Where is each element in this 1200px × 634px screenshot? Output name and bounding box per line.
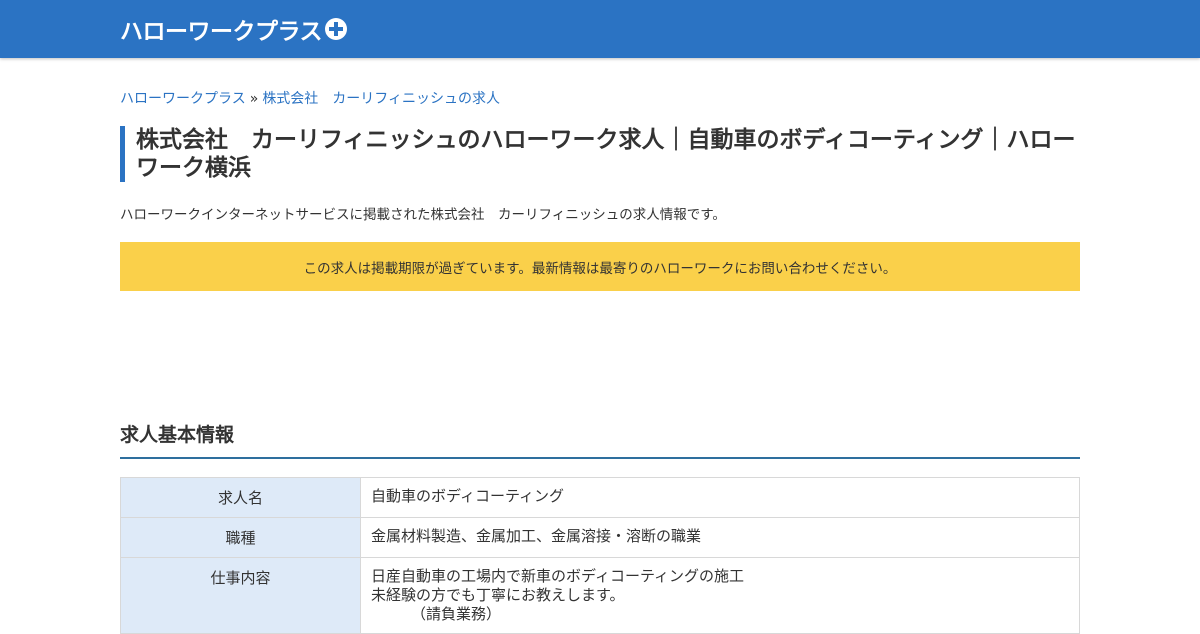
row-label-job-name: 求人名 bbox=[120, 477, 361, 518]
row-value-occupation: 金属材料製造、金属加工、金属溶接・溶断の職業 bbox=[360, 517, 1080, 558]
job-info-table: 求人名 自動車のボディコーティング 職種 金属材料製造、金属加工、金属溶接・溶断… bbox=[120, 477, 1080, 634]
table-row: 求人名 自動車のボディコーティング bbox=[120, 477, 1080, 518]
description-line: 日産自動車の工場内で新車のボディコーティングの施工 bbox=[371, 567, 745, 585]
plus-circle-icon bbox=[325, 18, 348, 40]
site-logo[interactable]: ハローワークプラス bbox=[120, 12, 348, 46]
description-line: （請負業務） bbox=[411, 605, 502, 623]
description-line: 未経験の方でも丁寧にお教えします。 bbox=[371, 586, 625, 604]
logo-text: ハローワークプラス bbox=[120, 19, 323, 45]
row-value-job-name: 自動車のボディコーティング bbox=[360, 477, 1080, 518]
row-label-job-description: 仕事内容 bbox=[120, 557, 361, 634]
breadcrumb-home-link[interactable]: ハローワークプラス bbox=[120, 91, 246, 107]
section-heading: 求人基本情報 bbox=[120, 420, 1080, 459]
table-row: 仕事内容 日産自動車の工場内で新車のボディコーティングの施工 未経験の方でも丁寧… bbox=[120, 557, 1080, 634]
table-row: 職種 金属材料製造、金属加工、金属溶接・溶断の職業 bbox=[120, 517, 1080, 558]
page-title: 株式会社 カーリフィニッシュのハローワーク求人｜自動車のボディコーティング｜ハロ… bbox=[120, 126, 1080, 182]
row-label-occupation: 職種 bbox=[120, 517, 361, 558]
site-header: ハローワークプラス bbox=[0, 0, 1200, 58]
expired-notice-banner: この求人は掲載期限が過ぎています。最新情報は最寄りのハローワークにお問い合わせく… bbox=[120, 242, 1080, 291]
breadcrumb: ハローワークプラス» 株式会社 カーリフィニッシュの求人 bbox=[120, 88, 500, 108]
breadcrumb-current-link[interactable]: 株式会社 カーリフィニッシュの求人 bbox=[262, 91, 500, 107]
intro-text: ハローワークインターネットサービスに掲載された株式会社 カーリフィニッシュの求人… bbox=[120, 207, 726, 223]
row-value-job-description: 日産自動車の工場内で新車のボディコーティングの施工 未経験の方でも丁寧にお教えし… bbox=[360, 557, 1080, 634]
notice-text: この求人は掲載期限が過ぎています。最新情報は最寄りのハローワークにお問い合わせく… bbox=[303, 260, 897, 277]
breadcrumb-separator: » bbox=[249, 91, 259, 107]
